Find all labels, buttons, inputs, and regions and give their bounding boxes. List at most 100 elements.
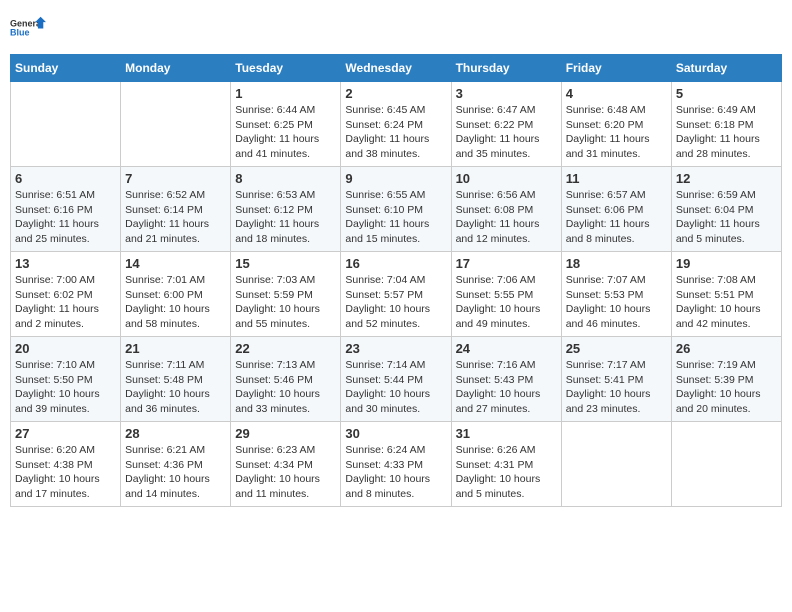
day-cell: 30 Sunrise: 6:24 AM Sunset: 4:33 PM Dayli… — [341, 422, 451, 507]
day-info: Sunrise: 6:53 AM Sunset: 6:12 PM Dayligh… — [235, 188, 336, 247]
week-row-1: 6 Sunrise: 6:51 AM Sunset: 6:16 PM Daylig… — [11, 167, 782, 252]
day-cell — [11, 82, 121, 167]
col-header-saturday: Saturday — [671, 55, 781, 82]
col-header-wednesday: Wednesday — [341, 55, 451, 82]
week-row-4: 27 Sunrise: 6:20 AM Sunset: 4:38 PM Dayli… — [11, 422, 782, 507]
day-number: 28 — [125, 426, 226, 441]
day-cell: 22 Sunrise: 7:13 AM Sunset: 5:46 PM Dayli… — [231, 337, 341, 422]
day-info: Sunrise: 7:16 AM Sunset: 5:43 PM Dayligh… — [456, 358, 557, 417]
day-cell: 18 Sunrise: 7:07 AM Sunset: 5:53 PM Dayli… — [561, 252, 671, 337]
day-info: Sunrise: 7:07 AM Sunset: 5:53 PM Dayligh… — [566, 273, 667, 332]
logo-svg: General Blue — [10, 10, 46, 46]
day-number: 6 — [15, 171, 116, 186]
day-number: 22 — [235, 341, 336, 356]
day-number: 11 — [566, 171, 667, 186]
day-info: Sunrise: 7:01 AM Sunset: 6:00 PM Dayligh… — [125, 273, 226, 332]
day-cell: 27 Sunrise: 6:20 AM Sunset: 4:38 PM Dayli… — [11, 422, 121, 507]
day-info: Sunrise: 6:51 AM Sunset: 6:16 PM Dayligh… — [15, 188, 116, 247]
day-cell: 10 Sunrise: 6:56 AM Sunset: 6:08 PM Dayli… — [451, 167, 561, 252]
day-number: 17 — [456, 256, 557, 271]
day-number: 29 — [235, 426, 336, 441]
col-header-friday: Friday — [561, 55, 671, 82]
day-number: 23 — [345, 341, 446, 356]
day-info: Sunrise: 6:44 AM Sunset: 6:25 PM Dayligh… — [235, 103, 336, 162]
day-info: Sunrise: 7:13 AM Sunset: 5:46 PM Dayligh… — [235, 358, 336, 417]
page-header: General Blue — [10, 10, 782, 46]
calendar-body: 1 Sunrise: 6:44 AM Sunset: 6:25 PM Daylig… — [11, 82, 782, 507]
day-cell: 29Sunrise: 6:23 AM Sunset: 4:34 PM Dayli… — [231, 422, 341, 507]
day-number: 30 — [345, 426, 446, 441]
day-cell: 12Sunrise: 6:59 AM Sunset: 6:04 PM Dayli… — [671, 167, 781, 252]
day-info: Sunrise: 6:49 AM Sunset: 6:18 PM Dayligh… — [676, 103, 777, 162]
day-number: 5 — [676, 86, 777, 101]
day-cell: 4 Sunrise: 6:48 AM Sunset: 6:20 PM Daylig… — [561, 82, 671, 167]
day-number: 21 — [125, 341, 226, 356]
day-number: 8 — [235, 171, 336, 186]
day-cell: 14 Sunrise: 7:01 AM Sunset: 6:00 PM Dayli… — [121, 252, 231, 337]
day-number: 31 — [456, 426, 557, 441]
day-info: Sunrise: 6:55 AM Sunset: 6:10 PM Dayligh… — [345, 188, 446, 247]
day-cell: 16 Sunrise: 7:04 AM Sunset: 5:57 PM Dayli… — [341, 252, 451, 337]
day-info: Sunrise: 7:04 AM Sunset: 5:57 PM Dayligh… — [345, 273, 446, 332]
svg-text:Blue: Blue — [10, 28, 30, 38]
week-row-0: 1 Sunrise: 6:44 AM Sunset: 6:25 PM Daylig… — [11, 82, 782, 167]
day-cell: 31 Sunrise: 6:26 AM Sunset: 4:31 PM Dayli… — [451, 422, 561, 507]
day-cell: 24 Sunrise: 7:16 AM Sunset: 5:43 PM Dayli… — [451, 337, 561, 422]
day-number: 12 — [676, 171, 777, 186]
day-info: Sunrise: 6:45 AM Sunset: 6:24 PM Dayligh… — [345, 103, 446, 162]
day-info: Sunrise: 6:21 AM Sunset: 4:36 PM Dayligh… — [125, 443, 226, 502]
day-cell — [561, 422, 671, 507]
day-info: Sunrise: 6:20 AM Sunset: 4:38 PM Dayligh… — [15, 443, 116, 502]
day-info: Sunrise: 7:00 AM Sunset: 6:02 PM Dayligh… — [15, 273, 116, 332]
day-number: 15 — [235, 256, 336, 271]
day-cell: 19 Sunrise: 7:08 AM Sunset: 5:51 PM Dayli… — [671, 252, 781, 337]
day-info: Sunrise: 6:48 AM Sunset: 6:20 PM Dayligh… — [566, 103, 667, 162]
day-info: Sunrise: 7:11 AM Sunset: 5:48 PM Dayligh… — [125, 358, 226, 417]
day-number: 4 — [566, 86, 667, 101]
col-header-tuesday: Tuesday — [231, 55, 341, 82]
day-cell: 28 Sunrise: 6:21 AM Sunset: 4:36 PM Dayli… — [121, 422, 231, 507]
day-info: Sunrise: 7:06 AM Sunset: 5:55 PM Dayligh… — [456, 273, 557, 332]
calendar-header-row: SundayMondayTuesdayWednesdayThursdayFrid… — [11, 55, 782, 82]
day-info: Sunrise: 6:26 AM Sunset: 4:31 PM Dayligh… — [456, 443, 557, 502]
day-number: 7 — [125, 171, 226, 186]
day-number: 9 — [345, 171, 446, 186]
day-cell: 25 Sunrise: 7:17 AM Sunset: 5:41 PM Dayli… — [561, 337, 671, 422]
day-cell: 7Sunrise: 6:52 AM Sunset: 6:14 PM Daylig… — [121, 167, 231, 252]
day-info: Sunrise: 7:17 AM Sunset: 5:41 PM Dayligh… — [566, 358, 667, 417]
day-number: 26 — [676, 341, 777, 356]
day-info: Sunrise: 6:57 AM Sunset: 6:06 PM Dayligh… — [566, 188, 667, 247]
day-number: 16 — [345, 256, 446, 271]
day-number: 18 — [566, 256, 667, 271]
day-cell: 5 Sunrise: 6:49 AM Sunset: 6:18 PM Daylig… — [671, 82, 781, 167]
col-header-monday: Monday — [121, 55, 231, 82]
day-number: 1 — [235, 86, 336, 101]
day-cell: 2 Sunrise: 6:45 AM Sunset: 6:24 PM Daylig… — [341, 82, 451, 167]
day-number: 19 — [676, 256, 777, 271]
day-number: 25 — [566, 341, 667, 356]
day-cell: 13Sunrise: 7:00 AM Sunset: 6:02 PM Dayli… — [11, 252, 121, 337]
day-number: 24 — [456, 341, 557, 356]
day-info: Sunrise: 7:19 AM Sunset: 5:39 PM Dayligh… — [676, 358, 777, 417]
day-info: Sunrise: 6:47 AM Sunset: 6:22 PM Dayligh… — [456, 103, 557, 162]
day-cell: 17 Sunrise: 7:06 AM Sunset: 5:55 PM Dayli… — [451, 252, 561, 337]
day-info: Sunrise: 6:24 AM Sunset: 4:33 PM Dayligh… — [345, 443, 446, 502]
day-number: 2 — [345, 86, 446, 101]
day-info: Sunrise: 7:10 AM Sunset: 5:50 PM Dayligh… — [15, 358, 116, 417]
day-cell: 11 Sunrise: 6:57 AM Sunset: 6:06 PM Dayli… — [561, 167, 671, 252]
day-cell: 9 Sunrise: 6:55 AM Sunset: 6:10 PM Daylig… — [341, 167, 451, 252]
day-number: 27 — [15, 426, 116, 441]
day-info: Sunrise: 7:14 AM Sunset: 5:44 PM Dayligh… — [345, 358, 446, 417]
day-cell: 15 Sunrise: 7:03 AM Sunset: 5:59 PM Dayli… — [231, 252, 341, 337]
day-cell: 1 Sunrise: 6:44 AM Sunset: 6:25 PM Daylig… — [231, 82, 341, 167]
day-info: Sunrise: 7:08 AM Sunset: 5:51 PM Dayligh… — [676, 273, 777, 332]
day-info: Sunrise: 7:03 AM Sunset: 5:59 PM Dayligh… — [235, 273, 336, 332]
day-info: Sunrise: 6:56 AM Sunset: 6:08 PM Dayligh… — [456, 188, 557, 247]
col-header-thursday: Thursday — [451, 55, 561, 82]
day-number: 20 — [15, 341, 116, 356]
calendar-table: SundayMondayTuesdayWednesdayThursdayFrid… — [10, 54, 782, 507]
day-number: 14 — [125, 256, 226, 271]
day-number: 10 — [456, 171, 557, 186]
day-cell — [121, 82, 231, 167]
day-cell: 26 Sunrise: 7:19 AM Sunset: 5:39 PM Dayli… — [671, 337, 781, 422]
